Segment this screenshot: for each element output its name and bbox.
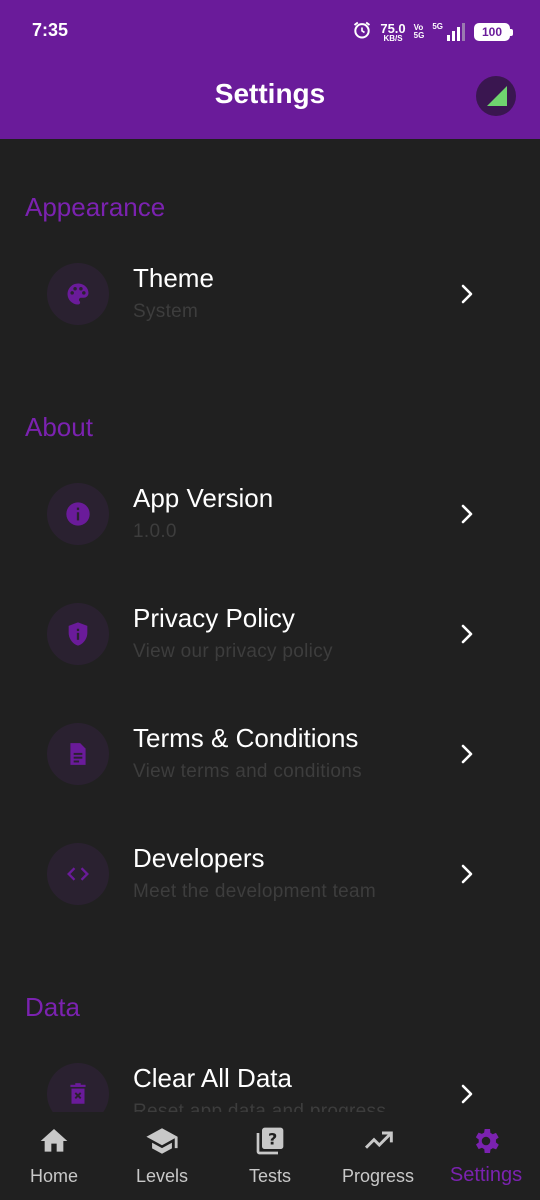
settings-item-app-version[interactable]: App Version 1.0.0 (0, 483, 540, 583)
item-title: Clear All Data (133, 1063, 292, 1093)
section-title-about: About (25, 412, 93, 442)
nav-item-tests[interactable]: ? Tests (216, 1112, 324, 1200)
chevron-right-icon (456, 279, 478, 309)
settings-item-theme[interactable]: Theme System (0, 263, 540, 363)
top-app-bar: 7:35 75.0 KB/S Vo 5G 5G 100 Settings (0, 0, 540, 139)
nav-label: Home (29, 1166, 78, 1186)
top-right-action-button[interactable] (476, 76, 516, 116)
battery-indicator: 100 (474, 23, 513, 41)
chevron-right-icon (456, 1079, 478, 1109)
item-subtitle: Meet the development team (133, 881, 377, 902)
svg-text:?: ? (268, 1129, 277, 1148)
nav-item-levels[interactable]: Levels (108, 1112, 216, 1200)
bottom-navigation: Home Levels ? Tests Progress Settings (0, 1112, 540, 1200)
document-icon (70, 743, 86, 765)
icon-circle (47, 1063, 109, 1112)
home-icon (0, 1126, 108, 1156)
status-bar: 7:35 75.0 KB/S Vo 5G 5G 100 (0, 0, 540, 62)
item-title: Developers (133, 843, 265, 873)
volte-indicator: Vo 5G (413, 23, 425, 40)
nav-item-settings[interactable]: Settings (432, 1112, 540, 1200)
item-title: App Version (133, 483, 274, 513)
settings-item-terms-conditions[interactable]: Terms & Conditions View terms and condit… (0, 723, 540, 823)
nav-item-progress[interactable]: Progress (324, 1112, 432, 1200)
item-subtitle: View terms and conditions (133, 761, 362, 782)
nav-item-home[interactable]: Home (0, 1112, 108, 1200)
network-speed: 75.0 KB/S (380, 20, 406, 43)
item-title: Privacy Policy (133, 603, 295, 633)
signal-triangle-icon (487, 86, 507, 106)
icon-circle (47, 843, 109, 905)
school-icon (108, 1126, 216, 1156)
item-subtitle: Reset app data and progress (133, 1101, 387, 1112)
gear-icon (432, 1126, 540, 1156)
shield-icon (68, 622, 88, 646)
icon-circle (47, 263, 109, 325)
quiz-icon: ? (216, 1126, 324, 1156)
nav-label: Settings (449, 1164, 523, 1186)
icon-circle (47, 603, 109, 665)
palette-icon (67, 283, 89, 305)
chevron-right-icon (456, 859, 478, 889)
icon-circle (47, 723, 109, 785)
section-title-appearance: Appearance (25, 192, 166, 222)
nav-label: Progress (341, 1166, 415, 1186)
status-time: 7:35 (32, 20, 69, 40)
page-title: Settings (214, 78, 326, 109)
status-icons: 75.0 KB/S Vo 5G 5G 100 (352, 20, 513, 45)
nav-label: Levels (135, 1166, 189, 1186)
nav-label: Tests (248, 1166, 291, 1186)
settings-item-clear-all-data[interactable]: Clear All Data Reset app data and progre… (0, 1063, 540, 1112)
item-subtitle: View our privacy policy (133, 641, 333, 662)
settings-item-privacy-policy[interactable]: Privacy Policy View our privacy policy (0, 603, 540, 703)
trending-up-icon (324, 1126, 432, 1156)
signal-icon: 5G (432, 23, 466, 41)
item-title: Theme (133, 263, 214, 293)
code-icon (67, 867, 89, 881)
alarm-icon (352, 20, 372, 45)
item-subtitle: System (133, 301, 199, 322)
settings-item-developers[interactable]: Developers Meet the development team (0, 843, 540, 943)
info-icon (66, 502, 90, 526)
icon-circle (47, 483, 109, 545)
chevron-right-icon (456, 499, 478, 529)
item-subtitle: 1.0.0 (133, 521, 177, 542)
chevron-right-icon (456, 739, 478, 769)
section-title-data: Data (25, 992, 80, 1022)
item-title: Terms & Conditions (133, 723, 359, 753)
chevron-right-icon (456, 619, 478, 649)
delete-icon (70, 1083, 86, 1104)
